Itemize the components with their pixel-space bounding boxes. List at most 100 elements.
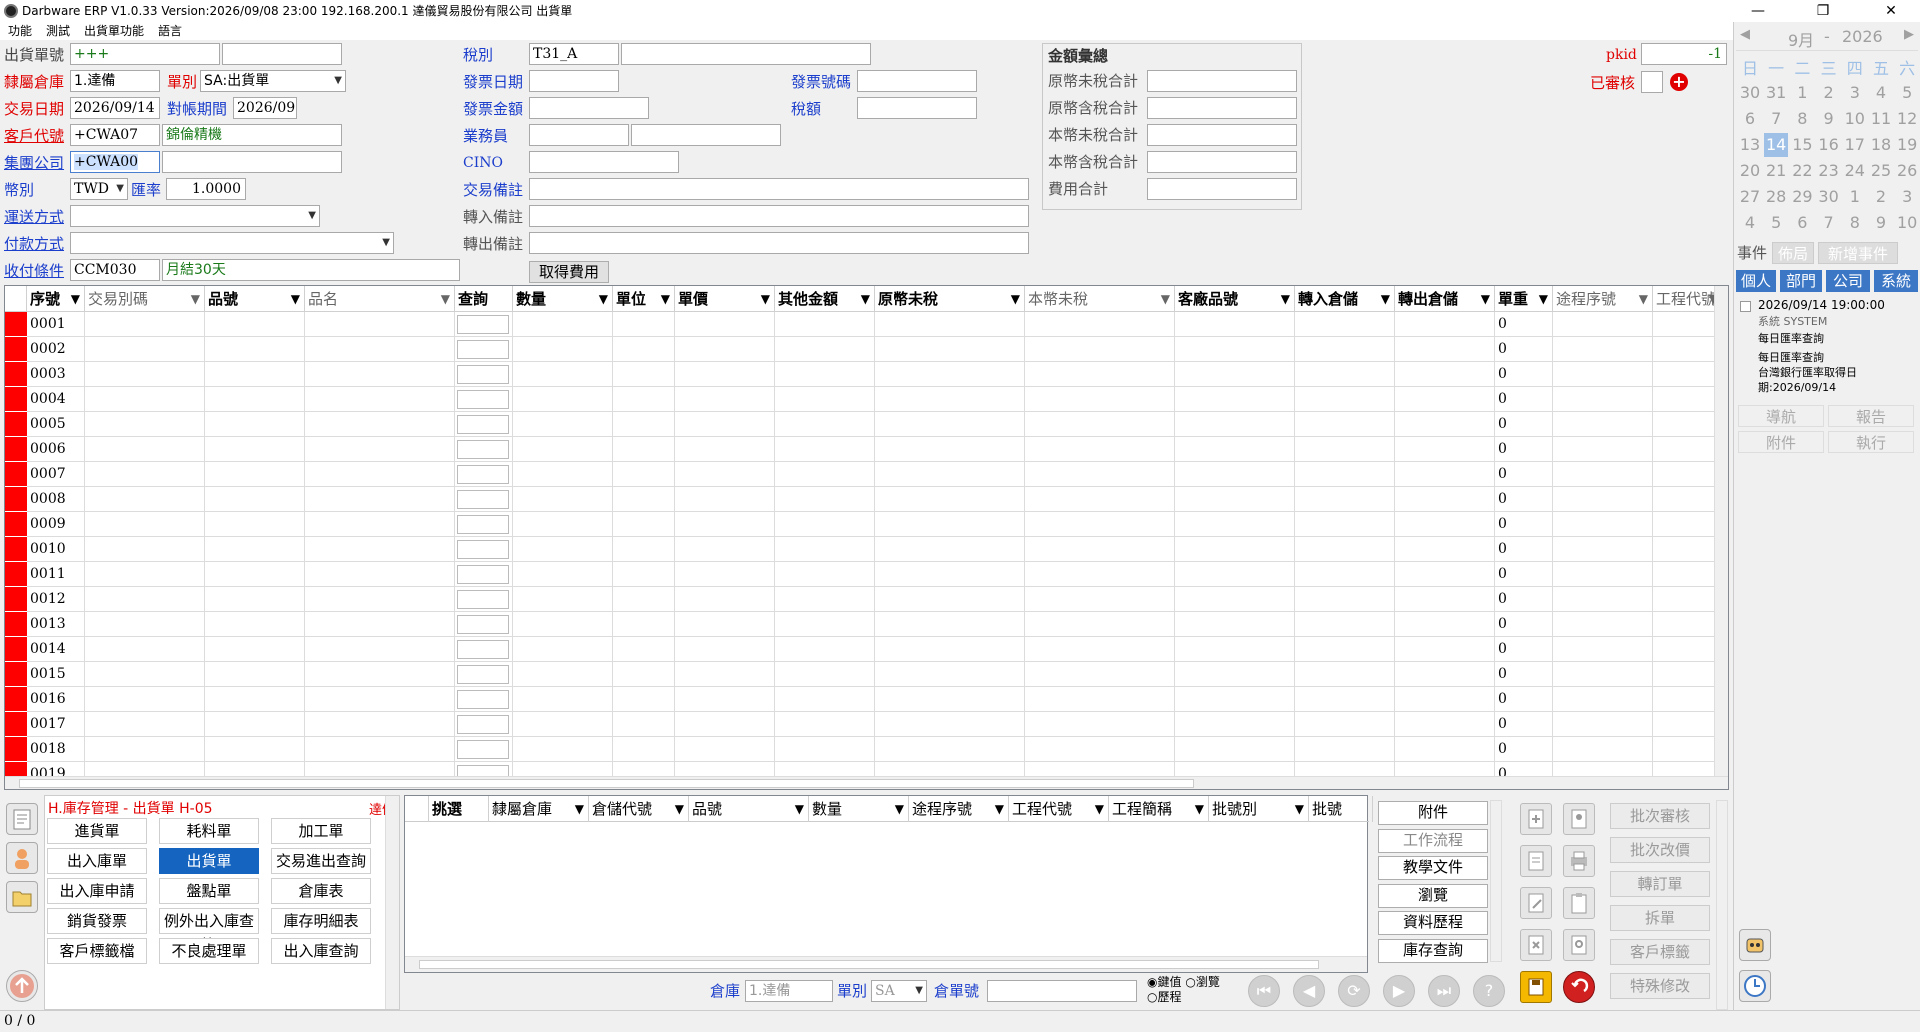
print-icon[interactable] — [1563, 845, 1595, 877]
table-cell[interactable] — [513, 637, 613, 662]
table-cell[interactable] — [613, 587, 675, 612]
module-button[interactable]: 客戶標籤檔 — [47, 938, 147, 964]
table-cell[interactable] — [513, 737, 613, 762]
table-cell[interactable] — [1395, 562, 1495, 587]
table-cell[interactable] — [875, 562, 1025, 587]
table-cell[interactable] — [1295, 362, 1395, 387]
table-cell[interactable] — [85, 437, 205, 462]
table-cell[interactable]: 0 — [1495, 562, 1553, 587]
table-cell[interactable] — [675, 612, 775, 637]
table-cell[interactable] — [675, 562, 775, 587]
table-cell[interactable] — [875, 362, 1025, 387]
calendar-day[interactable]: 5 — [1895, 81, 1919, 105]
table-cell[interactable] — [1395, 512, 1495, 537]
filter-icon[interactable]: ▼ — [761, 286, 770, 312]
rate-field[interactable]: 1.0000 — [166, 178, 246, 200]
table-cell[interactable] — [875, 462, 1025, 487]
table-cell[interactable] — [775, 562, 875, 587]
table-cell[interactable] — [1295, 437, 1395, 462]
table-cell[interactable]: 0 — [1495, 387, 1553, 412]
table-cell[interactable] — [613, 312, 675, 337]
table-cell[interactable] — [455, 562, 513, 587]
table-cell[interactable]: 0014 — [27, 637, 85, 662]
table-cell[interactable] — [1653, 312, 1723, 337]
table-cell[interactable] — [85, 637, 205, 662]
table-cell[interactable] — [1025, 712, 1175, 737]
sub-col-header[interactable]: 途程序號 ▼ — [909, 796, 1009, 822]
table-cell[interactable] — [1395, 637, 1495, 662]
table-cell[interactable] — [1653, 487, 1723, 512]
ship-method-select[interactable] — [70, 205, 320, 227]
calendar-day[interactable]: 23 — [1817, 159, 1841, 183]
table-cell[interactable] — [205, 712, 305, 737]
table-cell[interactable] — [305, 462, 455, 487]
table-cell[interactable]: 0 — [1495, 637, 1553, 662]
sub-col-header[interactable]: 批號別 ▼ — [1209, 796, 1309, 822]
table-cell[interactable] — [1553, 737, 1653, 762]
table-cell[interactable]: 0 — [1495, 362, 1553, 387]
table-cell[interactable] — [1653, 587, 1723, 612]
inv-no-field[interactable] — [857, 70, 977, 92]
table-cell[interactable] — [775, 587, 875, 612]
in-note-field[interactable] — [529, 205, 1029, 227]
scope-company[interactable]: 公司 — [1826, 270, 1870, 292]
lookup-button[interactable] — [457, 490, 509, 509]
table-cell[interactable] — [305, 662, 455, 687]
col-header[interactable]: 單位 ▼ — [613, 286, 675, 312]
table-row[interactable]: 0011 0 — [5, 562, 1723, 587]
module-scrollbar[interactable] — [385, 796, 399, 1009]
table-cell[interactable] — [675, 587, 775, 612]
module-button[interactable]: 耗料單 — [159, 818, 259, 844]
table-cell[interactable] — [875, 612, 1025, 637]
table-cell[interactable] — [1653, 512, 1723, 537]
table-cell[interactable] — [675, 737, 775, 762]
undo-icon[interactable] — [1563, 971, 1595, 1003]
add-doc-icon[interactable] — [1520, 803, 1552, 835]
event-exec-button[interactable]: 執行 — [1828, 431, 1914, 453]
calendar-day[interactable]: 22 — [1790, 159, 1814, 183]
table-cell[interactable] — [455, 462, 513, 487]
table-cell[interactable] — [1553, 712, 1653, 737]
table-cell[interactable] — [85, 387, 205, 412]
filter-icon[interactable]: ▼ — [995, 796, 1004, 822]
table-cell[interactable]: 0 — [1495, 312, 1553, 337]
calendar-day[interactable]: 29 — [1790, 185, 1814, 209]
filter-icon[interactable]: ▼ — [1481, 286, 1490, 312]
col-header[interactable]: 查詢 — [455, 286, 513, 312]
calendar-day[interactable]: 18 — [1869, 133, 1893, 157]
table-cell[interactable]: 0 — [1495, 612, 1553, 637]
table-cell[interactable] — [675, 412, 775, 437]
table-cell[interactable] — [1175, 587, 1295, 612]
filter-icon[interactable]: ▼ — [1639, 286, 1648, 312]
table-cell[interactable] — [675, 337, 775, 362]
table-cell[interactable] — [613, 462, 675, 487]
table-cell[interactable] — [875, 437, 1025, 462]
scope-department[interactable]: 部門 — [1780, 270, 1822, 292]
table-row[interactable]: 0013 0 — [5, 612, 1723, 637]
filter-doctype-select[interactable]: SA — [871, 980, 927, 1002]
calendar-day[interactable]: 21 — [1764, 159, 1788, 183]
table-cell[interactable] — [1295, 562, 1395, 587]
calendar-day[interactable]: 19 — [1895, 133, 1919, 157]
out-note-field[interactable] — [529, 232, 1029, 254]
table-cell[interactable] — [675, 687, 775, 712]
group-code-field[interactable]: +CWA00 — [70, 151, 160, 173]
col-header[interactable]: 其他金額 ▼ — [775, 286, 875, 312]
table-cell[interactable] — [1175, 662, 1295, 687]
table-cell[interactable] — [1553, 362, 1653, 387]
table-cell[interactable] — [305, 737, 455, 762]
calendar-day[interactable]: 16 — [1817, 133, 1841, 157]
calendar-day[interactable]: 13 — [1738, 133, 1762, 157]
col-header[interactable]: 原幣未稅 ▼ — [875, 286, 1025, 312]
table-cell[interactable] — [1653, 437, 1723, 462]
module-button[interactable]: 盤點單 — [159, 878, 259, 904]
table-cell[interactable] — [675, 487, 775, 512]
scope-system[interactable]: 系統 — [1874, 270, 1918, 292]
table-cell[interactable] — [1295, 687, 1395, 712]
table-cell[interactable] — [875, 637, 1025, 662]
table-cell[interactable] — [1395, 712, 1495, 737]
menu-language[interactable]: 語言 — [158, 22, 182, 40]
table-cell[interactable] — [205, 637, 305, 662]
table-cell[interactable] — [1653, 737, 1723, 762]
lookup-button[interactable] — [457, 715, 509, 734]
